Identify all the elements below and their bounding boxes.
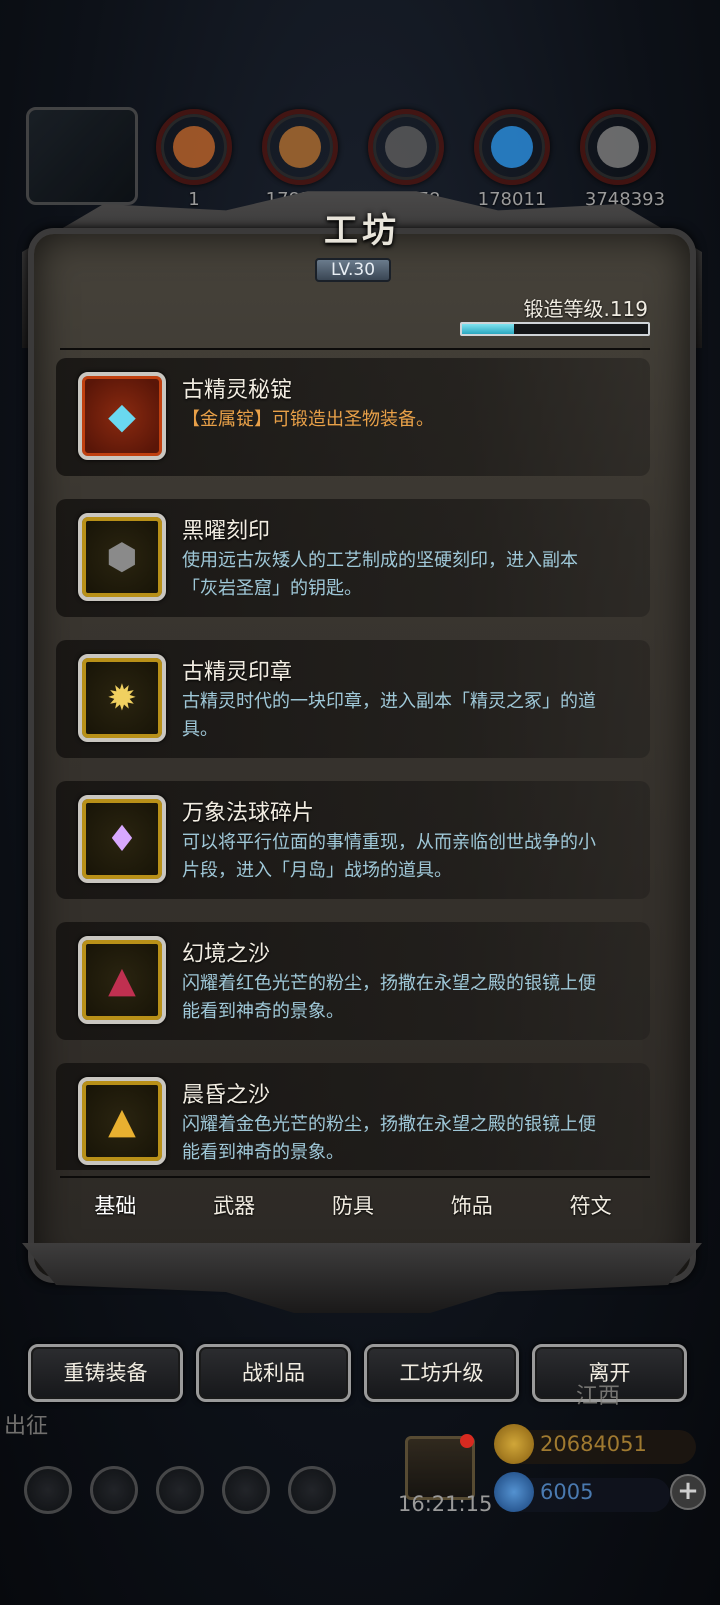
item-glyph: ⬢ bbox=[106, 536, 138, 578]
list-item[interactable]: ▲ 幻境之沙 闪耀着红色光芒的粉尘，扬撒在永望之殿的银镜上便能看到神奇的景象。 bbox=[56, 922, 650, 1040]
star-icon[interactable] bbox=[90, 1466, 138, 1514]
panel-frame-bottom bbox=[22, 1243, 702, 1313]
divider bbox=[60, 1176, 650, 1178]
iron-icon bbox=[597, 126, 639, 168]
item-list[interactable]: ◆ 古精灵秘锭 【金属锭】可锻造出圣物装备。 ⬢ 黑曜刻印 使用远古灰矮人的工艺… bbox=[56, 358, 650, 1170]
gem-value: 6005 bbox=[540, 1480, 594, 1504]
crystal-icon bbox=[491, 126, 533, 168]
list-item[interactable]: ♦ 万象法球碎片 可以将平行位面的事情重现，从而亲临创世战争的小片段，进入「月岛… bbox=[56, 781, 650, 899]
add-gems-button[interactable]: + bbox=[670, 1474, 706, 1510]
reforge-equipment-button[interactable]: 重铸装备 bbox=[28, 1344, 183, 1402]
gold-value: 20684051 bbox=[540, 1432, 647, 1456]
item-glyph: ▲ bbox=[108, 959, 136, 1001]
list-item[interactable]: ✹ 古精灵印章 古精灵时代的一块印章，进入副本「精灵之冢」的道具。 bbox=[56, 640, 650, 758]
upgrade-workshop-button[interactable]: 工坊升级 bbox=[364, 1344, 519, 1402]
notification-dot bbox=[460, 1434, 474, 1448]
item-description: 闪耀着金色光芒的粉尘，扬撒在永望之殿的银镜上便能看到神奇的景象。 bbox=[182, 1114, 596, 1163]
timer: 16:21:15 bbox=[398, 1492, 493, 1516]
item-name: 晨昏之沙 bbox=[182, 1083, 271, 1108]
expedition-label: 出征 bbox=[4, 1414, 49, 1439]
item-description: 古精灵时代的一块印章，进入副本「精灵之冢」的道具。 bbox=[182, 691, 596, 740]
item-glyph: ✹ bbox=[106, 677, 138, 719]
level-badge: LV.30 bbox=[315, 258, 391, 282]
gold-sand-icon: ▲ bbox=[78, 1077, 166, 1165]
tab-basic[interactable]: 基础 bbox=[56, 1183, 175, 1229]
item-name: 幻境之沙 bbox=[182, 942, 271, 967]
item-glyph: ♦ bbox=[105, 818, 139, 860]
tab-runes[interactable]: 符文 bbox=[531, 1183, 650, 1229]
resource-orb-1[interactable] bbox=[156, 109, 232, 185]
bag-icon[interactable] bbox=[288, 1466, 336, 1514]
elf-seal-icon: ✹ bbox=[78, 654, 166, 742]
tab-accessories[interactable]: 饰品 bbox=[412, 1183, 531, 1229]
item-description: 可以将平行位面的事情重现，从而亲临创世战争的小片段，进入「月岛」战场的道具。 bbox=[182, 832, 596, 881]
item-name: 黑曜刻印 bbox=[182, 519, 271, 544]
divider bbox=[60, 348, 650, 350]
list-item[interactable]: ◆ 古精灵秘锭 【金属锭】可锻造出圣物装备。 bbox=[56, 358, 650, 476]
hero-icon[interactable] bbox=[156, 1466, 204, 1514]
forge-progress-bar bbox=[460, 322, 650, 336]
item-description: 使用远古灰矮人的工艺制成的坚硬刻印，进入副本「灰岩圣窟」的钥匙。 bbox=[182, 550, 578, 599]
ingot-icon: ◆ bbox=[78, 372, 166, 460]
tab-armor[interactable]: 防具 bbox=[294, 1183, 413, 1229]
resource-orb-3[interactable] bbox=[368, 109, 444, 185]
item-name: 万象法球碎片 bbox=[182, 801, 315, 826]
resource-orb-4[interactable] bbox=[474, 109, 550, 185]
meat-icon bbox=[173, 126, 215, 168]
forge-level-label: 锻造等级.119 bbox=[523, 297, 648, 321]
list-item[interactable]: ▲ 晨昏之沙 闪耀着金色光芒的粉尘，扬撒在永望之殿的银镜上便能看到神奇的景象。 bbox=[56, 1063, 650, 1170]
red-sand-icon: ▲ bbox=[78, 936, 166, 1024]
item-glyph: ▲ bbox=[108, 1100, 136, 1142]
wood-icon bbox=[279, 126, 321, 168]
settings-icon[interactable] bbox=[24, 1466, 72, 1514]
tab-weapons[interactable]: 武器 bbox=[175, 1183, 294, 1229]
item-name: 古精灵秘锭 bbox=[182, 378, 293, 403]
region-label: 江西 bbox=[576, 1384, 621, 1409]
gold-coin-icon bbox=[494, 1424, 534, 1464]
item-glyph: ◆ bbox=[108, 395, 136, 437]
category-tabs: 基础 武器 防具 饰品 符文 bbox=[56, 1183, 650, 1229]
list-item[interactable]: ⬢ 黑曜刻印 使用远古灰矮人的工艺制成的坚硬刻印，进入副本「灰岩圣窟」的钥匙。 bbox=[56, 499, 650, 617]
obsidian-seal-icon: ⬢ bbox=[78, 513, 166, 601]
loot-button[interactable]: 战利品 bbox=[196, 1344, 351, 1402]
forge-progress-fill bbox=[462, 324, 515, 334]
panel-title: 工坊 bbox=[324, 211, 400, 251]
stone-icon bbox=[385, 126, 427, 168]
mail-icon[interactable] bbox=[222, 1466, 270, 1514]
gem-icon bbox=[494, 1472, 534, 1512]
item-description: 闪耀着红色光芒的粉尘，扬撒在永望之殿的银镜上便能看到神奇的景象。 bbox=[182, 973, 596, 1022]
workshop-panel: 工坊 LV.30 锻造等级.119 ◆ 古精灵秘锭 【金属锭】可锻造出圣物装备。… bbox=[22, 188, 702, 1313]
item-description: 【金属锭】可锻造出圣物装备。 bbox=[182, 409, 434, 430]
item-name: 古精灵印章 bbox=[182, 660, 293, 685]
bottom-hud: 出征 江西 16:21:15 20684051 6005 + bbox=[0, 1384, 720, 1605]
resource-orb-2[interactable] bbox=[262, 109, 338, 185]
resource-orb-5[interactable] bbox=[580, 109, 656, 185]
orb-shard-icon: ♦ bbox=[78, 795, 166, 883]
